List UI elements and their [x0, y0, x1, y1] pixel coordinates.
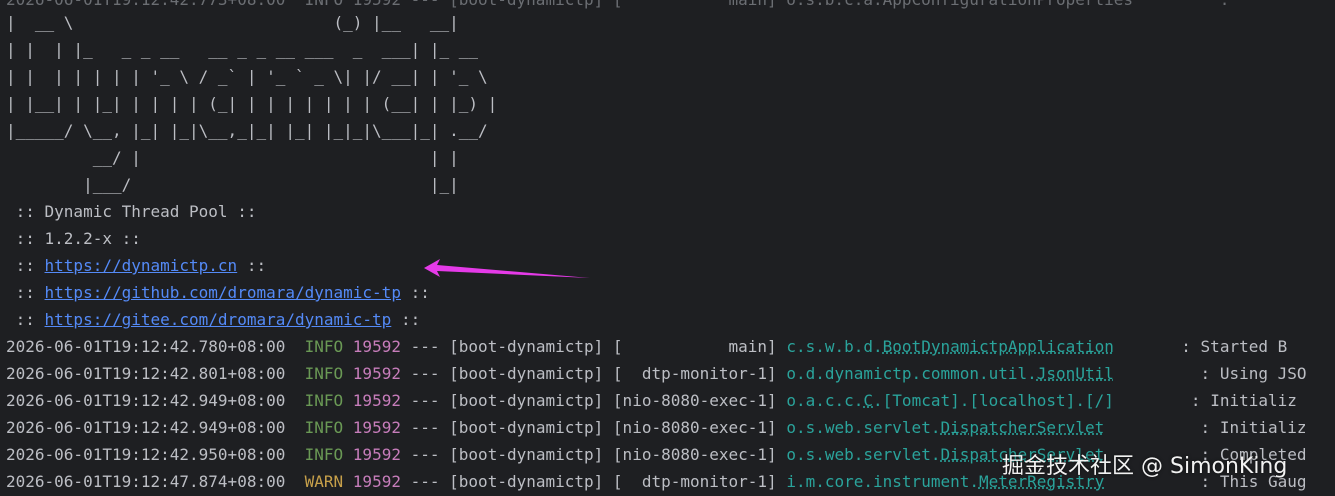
log-app: [boot-dynamictp] — [449, 418, 604, 437]
log-pid: 19592 — [352, 391, 401, 410]
banner-line-2: | | | |_ _ _ __ __ _ _ __ ___ _ ___| |_ … — [6, 40, 479, 59]
watermark-text: 掘金技术社区 @ SimonKing — [1002, 454, 1288, 479]
link-suffix: :: — [237, 256, 267, 275]
banner-line-4: | |__| | |_| | | | | (_| | | | | | | | (… — [6, 94, 498, 113]
github-link[interactable]: https://github.com/dromara/dynamic-tp — [45, 283, 401, 302]
console-output: 2026-06-01T19:12:42.773+08:00 INFO 19592… — [0, 0, 1335, 496]
gitee-link-line: :: https://gitee.com/dromara/dynamic-tp … — [6, 307, 421, 333]
log-pid: 19592 — [352, 364, 401, 383]
banner-line-6: __/ | | | — [6, 148, 459, 167]
log-app: [boot-dynamictp] — [449, 472, 604, 491]
log-app: [boot-dynamictp] — [449, 391, 604, 410]
website-link[interactable]: https://dynamictp.cn — [45, 256, 238, 275]
log-thread: [nio-8080-exec-1] — [612, 418, 777, 437]
log-level: WARN — [304, 472, 344, 491]
log-app: [boot-dynamictp] — [449, 445, 604, 464]
log-logger-suffix: .[Tomcat].[localhost].[/] — [873, 391, 1114, 410]
log-timestamp: 2026-06-01T19:12:42.780+08:00 — [6, 337, 286, 356]
log-timestamp: 2026-06-01T19:12:47.874+08:00 — [6, 472, 286, 491]
log-thread: [ main] — [612, 337, 777, 356]
log-app: [boot-dynamictp] — [449, 337, 604, 356]
log-timestamp: 2026-06-01T19:12:42.950+08:00 — [6, 445, 286, 464]
log-separator: --- — [410, 364, 440, 383]
log-padding — [1114, 337, 1181, 356]
log-message: : Initializ — [1190, 391, 1297, 410]
log-separator: --- — [410, 418, 440, 437]
banner-line-7: |___/ |_| — [6, 175, 459, 194]
log-timestamp: 2026-06-01T19:12:42.801+08:00 — [6, 364, 286, 383]
log-logger-prefix: o.s.web.servlet. — [786, 445, 941, 464]
link-prefix: :: — [6, 256, 45, 275]
log-logger-link[interactable]: C — [863, 391, 873, 410]
log-pid: 19592 — [352, 472, 401, 491]
log-row: 2026-06-01T19:12:42.780+08:00 INFO 19592… — [6, 334, 1287, 360]
log-row: 2026-06-01T19:12:42.801+08:00 INFO 19592… — [6, 361, 1307, 387]
banner-line-3: | | | | | | | '_ \ / _` | '_ ` _ \| |/ _… — [6, 67, 488, 86]
log-logger-prefix: o.d.dynamictp.common.util. — [786, 364, 1037, 383]
log-separator: --- — [410, 391, 440, 410]
log-row: 2026-06-01T19:12:42.949+08:00 INFO 19592… — [6, 388, 1297, 414]
gitee-link[interactable]: https://gitee.com/dromara/dynamic-tp — [45, 310, 392, 329]
log-logger-prefix: o.s.web.servlet. — [786, 418, 941, 437]
log-thread: [nio-8080-exec-1] — [612, 445, 777, 464]
banner-line-5: |_____/ \__, |_| |_|\__,_|_| |_| |_|_|\_… — [6, 121, 488, 140]
log-level: INFO — [304, 418, 344, 437]
github-link-line: :: https://github.com/dromara/dynamic-tp… — [6, 280, 430, 306]
log-logger-prefix: c.s.w.b.d. — [786, 337, 883, 356]
log-message: : Initializ — [1200, 418, 1307, 437]
log-logger-prefix: i.m.core.instrument. — [786, 472, 979, 491]
link-prefix: :: — [6, 310, 45, 329]
log-pid: 19592 — [352, 337, 401, 356]
log-logger-link[interactable]: DispatcherServlet — [940, 418, 1104, 437]
log-level: INFO — [304, 391, 344, 410]
log-thread: [ dtp-monitor-1] — [612, 472, 777, 491]
log-app: [boot-dynamictp] — [449, 364, 604, 383]
log-message: : Using JSO — [1200, 364, 1307, 383]
link-prefix: :: — [6, 283, 45, 302]
log-padding — [1114, 391, 1191, 410]
log-padding — [1104, 418, 1200, 437]
log-pid: 19592 — [352, 445, 401, 464]
link-suffix: :: — [400, 283, 430, 302]
version-line: :: 1.2.2-x :: — [6, 229, 141, 248]
log-row: 2026-06-01T19:12:42.949+08:00 INFO 19592… — [6, 415, 1307, 441]
log-thread: [nio-8080-exec-1] — [612, 391, 777, 410]
banner-line-1: | __ \ (_) |__ __| — [6, 13, 459, 32]
log-separator: --- — [410, 337, 440, 356]
log-logger-link[interactable]: JsonUtil — [1037, 364, 1114, 383]
log-level: INFO — [304, 337, 344, 356]
log-timestamp: 2026-06-01T19:12:42.949+08:00 — [6, 391, 286, 410]
log-pid: 19592 — [352, 418, 401, 437]
log-thread: [ dtp-monitor-1] — [612, 364, 777, 383]
log-separator: --- — [410, 445, 440, 464]
log-separator: --- — [410, 472, 440, 491]
log-level: INFO — [304, 445, 344, 464]
log-logger-prefix: o.a.c.c. — [786, 391, 864, 410]
link-suffix: :: — [391, 310, 421, 329]
log-timestamp: 2026-06-01T19:12:42.949+08:00 — [6, 418, 286, 437]
product-name-line: :: Dynamic Thread Pool :: — [6, 202, 257, 221]
log-message: : Started B — [1181, 337, 1288, 356]
log-level: INFO — [304, 364, 344, 383]
log-logger-link[interactable]: BootDynamictpApplication — [883, 337, 1114, 356]
website-link-line: :: https://dynamictp.cn :: — [6, 253, 266, 279]
log-padding — [1114, 364, 1201, 383]
